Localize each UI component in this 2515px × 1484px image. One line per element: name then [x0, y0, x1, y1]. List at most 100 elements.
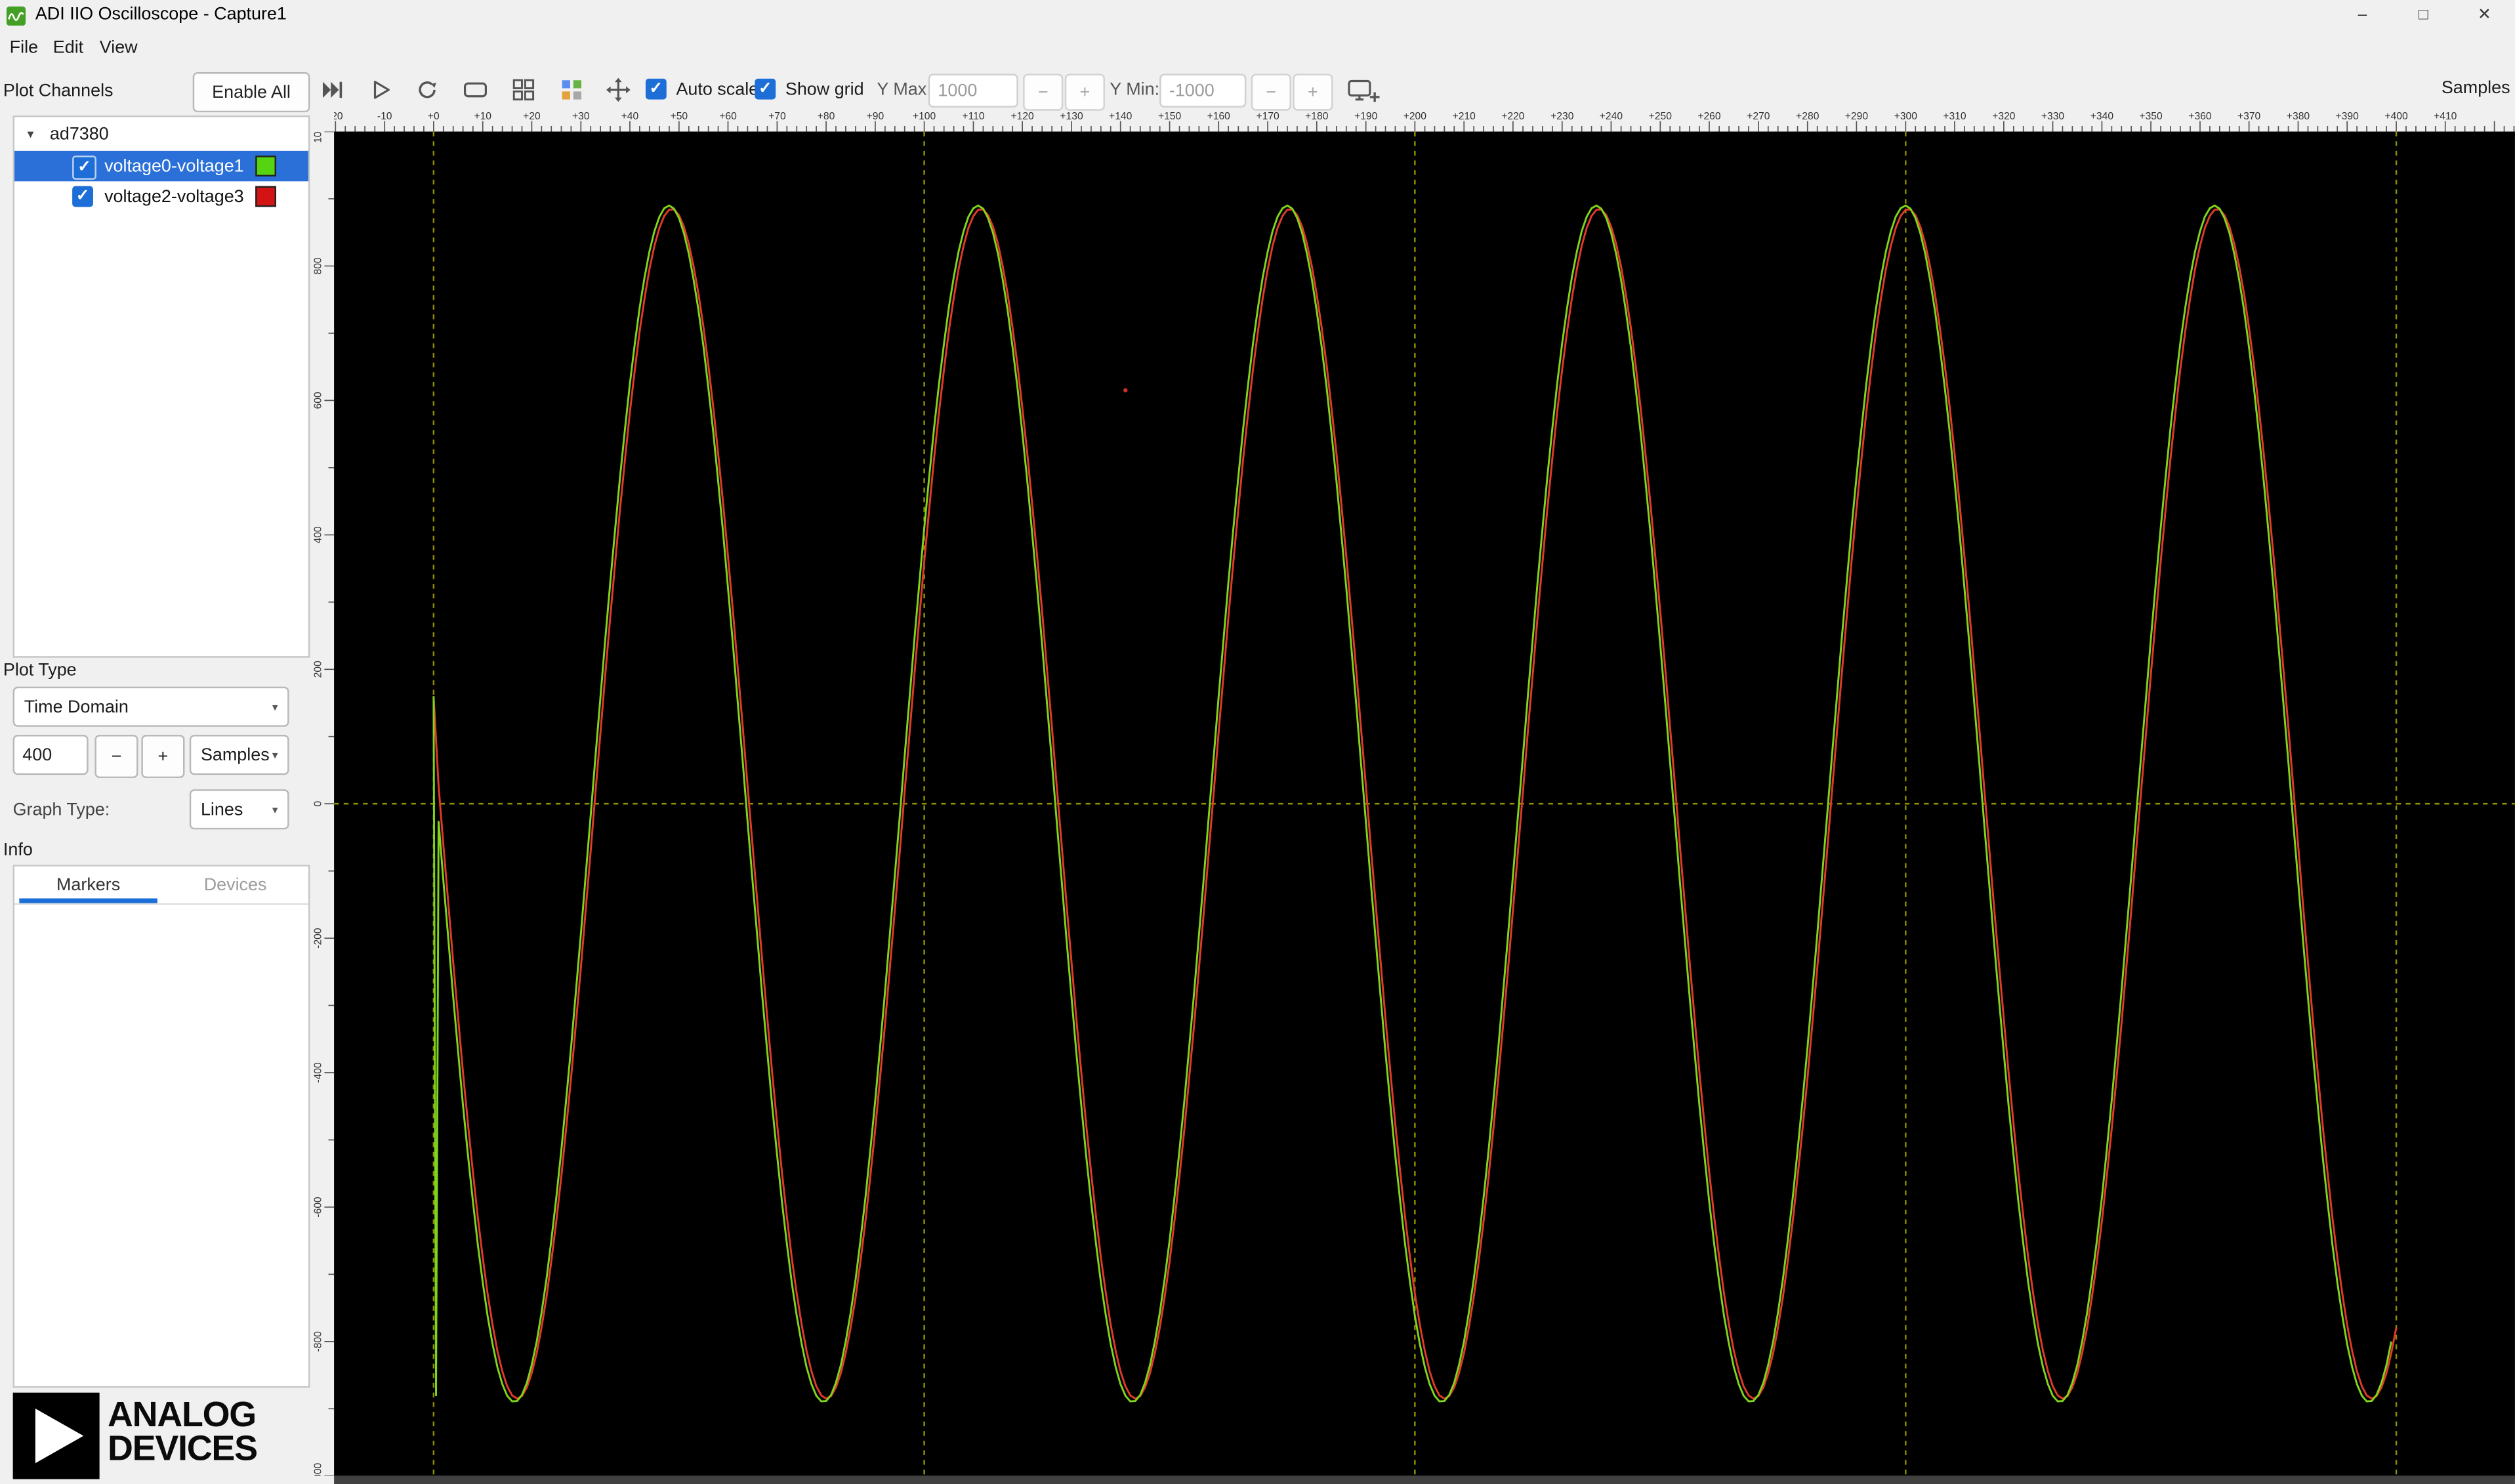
svg-text:-1000: -1000 [313, 1462, 323, 1475]
svg-text:+190: +190 [1354, 111, 1378, 122]
channel-color-swatch[interactable] [255, 186, 276, 207]
svg-text:+110: +110 [962, 111, 984, 122]
channel-checkbox[interactable]: ✓ [72, 186, 93, 207]
svg-text:+410: +410 [2434, 111, 2457, 122]
plot-horizontal-scrollbar[interactable] [334, 1475, 2515, 1484]
svg-text:-600: -600 [313, 1197, 323, 1218]
repeat-capture-icon[interactable] [409, 72, 445, 108]
svg-text:+130: +130 [1060, 111, 1083, 122]
adi-logo-text: ANALOG DEVICES [107, 1397, 258, 1468]
graph-type-value: Lines [200, 800, 243, 819]
svg-text:-800: -800 [313, 1331, 323, 1352]
svg-text:400: 400 [313, 526, 323, 543]
svg-text:+350: +350 [2139, 111, 2163, 122]
svg-text:+70: +70 [768, 111, 786, 122]
svg-text:+250: +250 [1649, 111, 1673, 122]
y-min-input[interactable] [1159, 73, 1247, 108]
check-icon: ✓ [649, 79, 663, 97]
plot-type-dropdown[interactable]: Time Domain ▾ [12, 686, 289, 727]
svg-text:+80: +80 [818, 111, 835, 122]
svg-text:+50: +50 [671, 111, 688, 122]
svg-text:200: 200 [313, 661, 323, 678]
y-max-input[interactable] [928, 73, 1018, 108]
svg-text:+140: +140 [1109, 111, 1133, 122]
channel-grid-icon[interactable] [506, 72, 541, 108]
svg-text:+90: +90 [867, 111, 884, 122]
sample-count-input[interactable] [12, 734, 89, 775]
svg-text:+380: +380 [2287, 111, 2310, 122]
svg-text:+150: +150 [1158, 111, 1182, 122]
sample-count-increment-button[interactable]: + [141, 734, 185, 779]
svg-text:+390: +390 [2336, 111, 2359, 122]
svg-text:+290: +290 [1845, 111, 1869, 122]
auto-scale-checkbox[interactable]: ✓ [645, 78, 667, 100]
svg-text:600: 600 [313, 392, 323, 409]
logo-line2: DEVICES [107, 1428, 258, 1468]
info-panel: Markers Devices [12, 865, 310, 1388]
channel-label: voltage0-voltage1 [104, 157, 244, 176]
info-label: Info [3, 840, 33, 860]
svg-text:+320: +320 [1992, 111, 2016, 122]
menu-view[interactable]: View [100, 39, 138, 58]
plot-layout-icon[interactable] [554, 72, 589, 108]
channel-color-swatch[interactable] [255, 155, 276, 176]
plot-channels-label: Plot Channels [3, 81, 114, 102]
svg-text:+180: +180 [1305, 111, 1329, 122]
plot-type-label: Plot Type [3, 661, 77, 680]
display-icon[interactable] [458, 72, 493, 108]
svg-text:+60: +60 [719, 111, 737, 122]
markers-panel [14, 905, 308, 1386]
play-icon[interactable] [363, 72, 398, 108]
graph-type-label: Graph Type: [12, 800, 110, 820]
menu-file[interactable]: File [10, 39, 38, 58]
oscilloscope-plot[interactable] [334, 131, 2515, 1476]
channel-row-voltage0-voltage1[interactable]: ✓ voltage0-voltage1 [14, 150, 308, 182]
svg-text:1000: 1000 [313, 132, 323, 143]
svg-text:+300: +300 [1894, 111, 1918, 122]
tab-markers[interactable]: Markers [14, 867, 162, 903]
maximize-button[interactable]: □ [2393, 0, 2454, 32]
y-min-increment-button[interactable]: + [1293, 73, 1333, 111]
tab-devices[interactable]: Devices [162, 867, 308, 903]
svg-text:+10: +10 [474, 111, 491, 122]
graph-type-dropdown[interactable]: Lines ▾ [189, 789, 289, 830]
channel-label: voltage2-voltage3 [104, 188, 244, 207]
show-grid-label: Show grid [785, 80, 864, 100]
expander-icon[interactable]: ▾ [28, 127, 34, 141]
move-icon[interactable] [600, 72, 636, 108]
y-axis-ruler: -1000 -800 -600 -400 -200 0 200 400 600 800 1000 [313, 131, 335, 1476]
menu-edit[interactable]: Edit [53, 39, 83, 58]
capture-icon[interactable] [315, 72, 350, 108]
svg-text:+330: +330 [2041, 111, 2065, 122]
svg-text:+120: +120 [1011, 111, 1035, 122]
titlebar: ADI IIO Oscilloscope - Capture1 – □ ✕ [0, 0, 2515, 32]
chevron-down-icon: ▾ [272, 701, 278, 713]
chevron-down-icon: ▾ [272, 750, 278, 762]
svg-text:+230: +230 [1550, 111, 1574, 122]
samples-column-header: Samples [2441, 78, 2510, 98]
screenshot-icon[interactable] [1342, 72, 1384, 108]
y-max-increment-button[interactable]: + [1064, 73, 1105, 111]
svg-text:+340: +340 [2090, 111, 2114, 122]
svg-text:+100: +100 [913, 111, 936, 122]
minimize-button[interactable]: – [2332, 0, 2393, 32]
y-min-decrement-button[interactable]: − [1251, 73, 1291, 111]
samples-unit-dropdown[interactable]: Samples ▾ [189, 734, 289, 775]
svg-text:+280: +280 [1796, 111, 1819, 122]
close-button[interactable]: ✕ [2454, 0, 2515, 32]
channel-checkbox[interactable]: ✓ [72, 155, 96, 180]
svg-text:+220: +220 [1501, 111, 1525, 122]
svg-text:-10: -10 [377, 111, 392, 122]
svg-text:+260: +260 [1697, 111, 1721, 122]
channel-row-voltage2-voltage3[interactable]: ✓ voltage2-voltage3 [14, 181, 308, 211]
device-row-ad7380[interactable]: ▾ ad7380 [14, 120, 308, 150]
svg-text:800: 800 [313, 257, 323, 274]
app-icon [6, 6, 26, 26]
svg-text:+40: +40 [621, 111, 639, 122]
enable-all-button[interactable]: Enable All [192, 72, 310, 113]
y-max-decrement-button[interactable]: − [1023, 73, 1064, 111]
y-min-label: Y Min: [1110, 80, 1160, 100]
show-grid-checkbox[interactable]: ✓ [755, 78, 776, 100]
svg-text:-200: -200 [313, 928, 323, 949]
sample-count-decrement-button[interactable]: − [94, 734, 138, 779]
